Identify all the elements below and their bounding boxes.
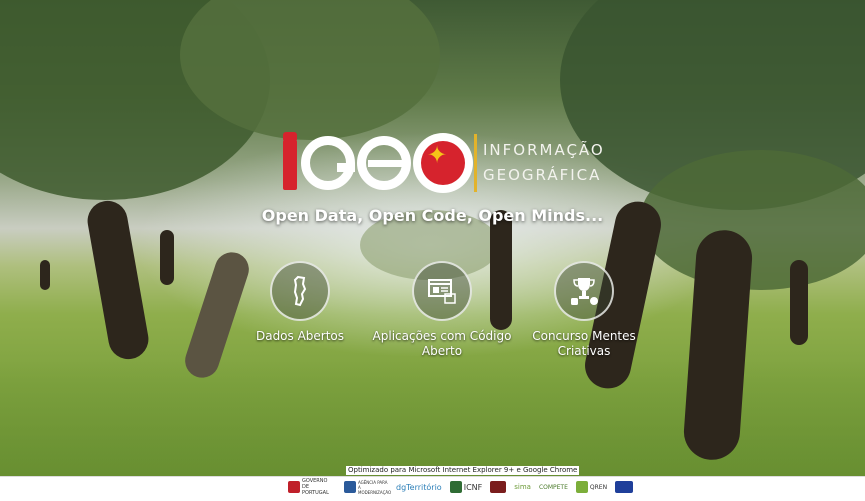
application-window-icon [428,279,456,304]
tile-circle[interactable] [554,261,614,321]
logo-letter-e [357,136,411,190]
tile-aplicacoes[interactable]: Aplicações com Código Aberto [372,261,512,359]
igeo-logo[interactable]: ✦ INFORMAÇÃO GEOGRÁFICA [281,130,611,196]
logo-subtitle-line1: INFORMAÇÃO [483,141,605,159]
tile-dados-abertos[interactable]: Dados Abertos [230,261,370,344]
partner-dgterritorio-logo[interactable]: dgTerritório [396,479,442,495]
partner-university-logo[interactable] [490,479,507,495]
partner-sima-logo[interactable]: sima [514,479,531,495]
logo-i-stem [283,140,297,190]
logo-divider [474,134,477,192]
partner-logos: GOVERNO DE PORTUGAL AGÊNCIA PARA A MODER… [288,478,634,496]
tile-circle[interactable] [270,261,330,321]
eu-flag-icon[interactable] [615,479,634,495]
logo-geo-letters: ✦ [301,132,473,194]
logo-letter-g [301,136,355,190]
tile-concurso[interactable]: Concurso Mentes Criativas [514,261,654,359]
partner-compete-logo[interactable]: COMPETE [539,479,568,495]
portugal-map-icon [293,275,307,307]
compass-icon: ✦ [413,133,473,193]
partner-qren-logo[interactable]: QREN [575,479,607,495]
logo-subtitle-line2: GEOGRÁFICA [483,166,602,184]
partner-icnf-logo[interactable]: ICNF [449,479,482,495]
partner-ama-logo[interactable]: AGÊNCIA PARA A MODERNIZAÇÃO [344,479,391,495]
tile-label[interactable]: Dados Abertos [230,329,370,344]
partner-governo-logo[interactable]: GOVERNO DE PORTUGAL [288,478,336,496]
tagline: Open Data, Open Code, Open Minds... [261,206,604,225]
tile-circle[interactable] [412,261,472,321]
browser-note: Optimizado para Microsoft Internet Explo… [346,466,580,475]
background-photo [0,0,865,476]
trophy-icon [571,278,598,305]
logo-subtitle: INFORMAÇÃO GEOGRÁFICA [483,138,605,188]
tile-label[interactable]: Aplicações com Código Aberto [372,329,512,359]
tile-label[interactable]: Concurso Mentes Criativas [514,329,654,359]
